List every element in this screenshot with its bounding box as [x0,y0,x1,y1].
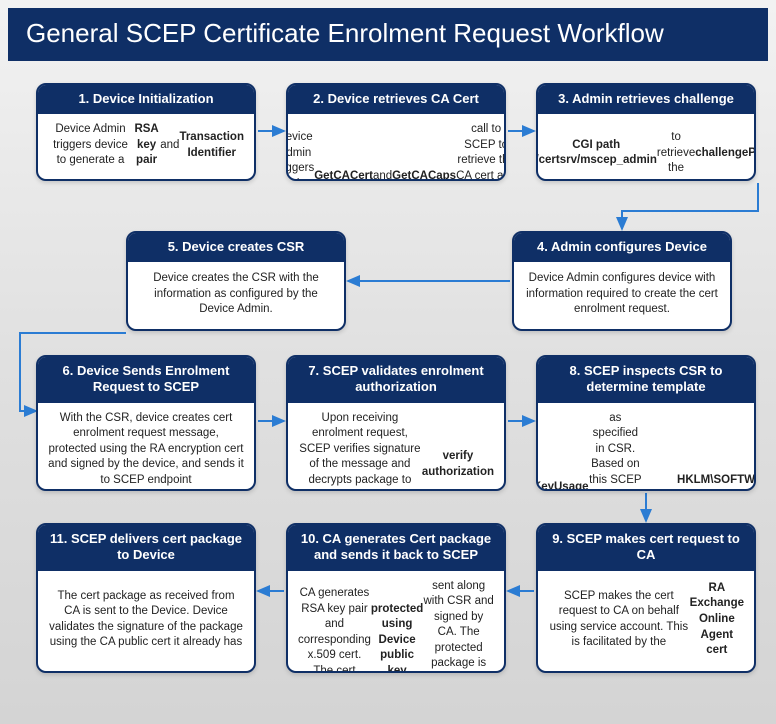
step-title: 2. Device retrieves CA Cert [288,85,504,114]
step-6-device-sends-enrolment-request: 6. Device Sends Enrolment Request to SCE… [36,355,256,491]
step-body: Upon receiving enrolment request, SCEP v… [288,403,504,492]
step-body: Device creates the CSR with the informat… [128,262,344,329]
step-10-ca-generates-cert-package: 10. CA generates Cert package and sends … [286,523,506,673]
step-title: 9. SCEP makes cert request to CA [538,525,754,571]
step-body: The cert package as received from CA is … [38,571,254,672]
step-title: 8. SCEP inspects CSR to determine templa… [538,357,754,403]
step-title: 11. SCEP delivers cert package to Device [38,525,254,571]
step-body: Template is determined by the KeyUsage a… [538,403,754,492]
step-title: 1. Device Initialization [38,85,254,114]
diagram-title: General SCEP Certificate Enrolment Reque… [8,8,768,61]
step-7-scep-validates-authorization: 7. SCEP validates enrolment authorizatio… [286,355,506,491]
step-body: Device Admin navigates to CGI path /cert… [538,114,754,181]
step-5-device-creates-csr: 5. Device creates CSR Device creates the… [126,231,346,331]
step-4-admin-configures-device: 4. Admin configures Device Device Admin … [512,231,732,331]
step-title: 4. Admin configures Device [514,233,730,262]
step-1-device-initialization: 1. Device Initialization Device Admin tr… [36,83,256,181]
step-body: With the CSR, device creates cert enrolm… [38,403,254,492]
step-body: CA generates RSA key pair and correspond… [288,571,504,674]
step-title: 5. Device creates CSR [128,233,344,262]
workflow-canvas: 1. Device Initialization Device Admin tr… [0,61,776,721]
step-2-device-retrieves-ca-cert: 2. Device retrieves CA Cert Device Admin… [286,83,506,181]
step-body: Device Admin triggers device to make a G… [288,114,504,181]
step-11-scep-delivers-cert-package: 11. SCEP delivers cert package to Device… [36,523,256,673]
step-body: Device Admin triggers device to generate… [38,114,254,179]
step-title: 6. Device Sends Enrolment Request to SCE… [38,357,254,403]
step-8-scep-inspects-csr: 8. SCEP inspects CSR to determine templa… [536,355,756,491]
step-body: Device Admin configures device with info… [514,262,730,329]
step-title: 3. Admin retrieves challenge [538,85,754,114]
step-body: SCEP makes the cert request to CA on beh… [538,571,754,672]
step-title: 7. SCEP validates enrolment authorizatio… [288,357,504,403]
step-9-scep-makes-cert-request: 9. SCEP makes cert request to CA SCEP ma… [536,523,756,673]
step-3-admin-retrieves-challenge: 3. Admin retrieves challenge Device Admi… [536,83,756,181]
step-title: 10. CA generates Cert package and sends … [288,525,504,571]
